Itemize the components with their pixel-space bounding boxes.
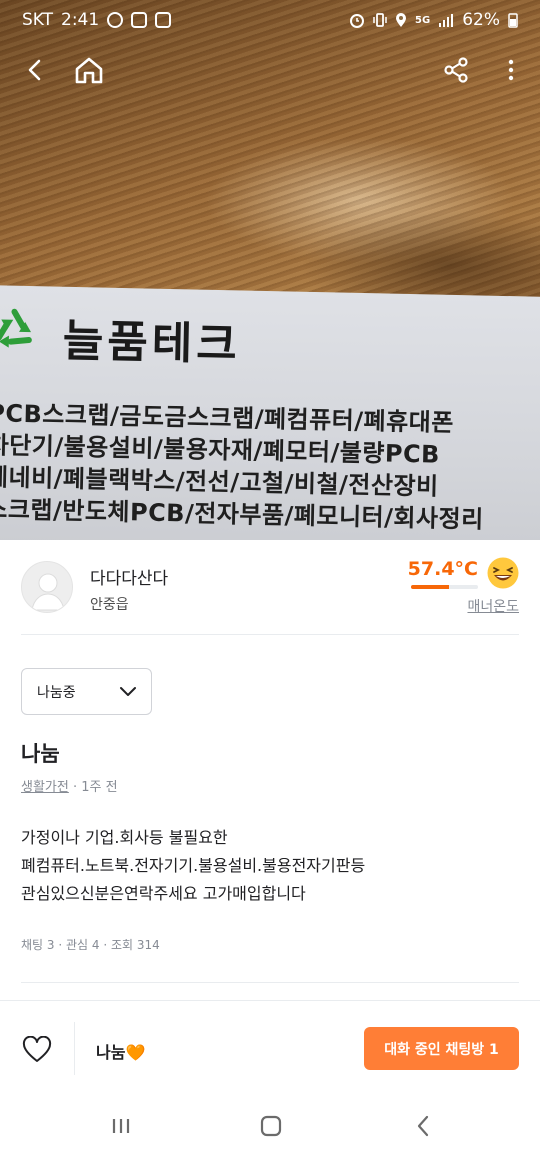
divider bbox=[21, 634, 519, 635]
chat-rooms-button[interactable]: 대화 중인 채팅방 1 bbox=[364, 1027, 519, 1070]
seller-nickname[interactable]: 다다다산다 bbox=[90, 564, 168, 589]
notification-icon bbox=[107, 12, 124, 28]
like-button[interactable] bbox=[18, 1031, 56, 1067]
recycle-logo-icon bbox=[0, 308, 32, 348]
home-square-icon bbox=[260, 1115, 282, 1137]
home-system-button[interactable] bbox=[249, 1110, 293, 1142]
heart-icon bbox=[22, 1035, 52, 1062]
divider bbox=[21, 982, 519, 983]
carrier-label: SKT bbox=[22, 10, 54, 30]
bottom-action-bar: 나눔🧡 대화 중인 채팅방 1 bbox=[0, 1000, 540, 1096]
business-card: 늘품테크 PCB스크랩/금도금스크랩/폐컴퓨터/폐휴대폰 차단기/불용설비/불용… bbox=[0, 285, 540, 540]
location-icon bbox=[396, 13, 407, 27]
more-button[interactable] bbox=[489, 48, 533, 92]
avatar[interactable] bbox=[21, 561, 73, 613]
battery-icon bbox=[508, 13, 518, 28]
battery-percent: 62% bbox=[462, 10, 500, 30]
post-body-line: 관심있으신분은연락주세요 고가매입합니다 bbox=[21, 884, 306, 903]
recent-apps-icon bbox=[112, 1119, 130, 1133]
post-meta: 생활가전 · 1주 전 bbox=[21, 776, 118, 795]
vibrate-icon bbox=[373, 13, 387, 27]
notification-icon bbox=[155, 12, 172, 28]
price-label: 나눔🧡 bbox=[96, 1043, 146, 1062]
status-bar: SKT 2:41 5G 62% bbox=[0, 0, 540, 40]
meta-separator: · bbox=[68, 780, 82, 795]
smiling-face-icon bbox=[487, 557, 519, 589]
home-icon bbox=[75, 57, 103, 84]
temperature-bar bbox=[411, 585, 478, 589]
manner-temperature: 57.4°C bbox=[407, 558, 478, 580]
more-vertical-icon bbox=[508, 59, 514, 81]
signal-icon bbox=[439, 14, 454, 27]
posted-time: 1주 전 bbox=[81, 780, 118, 795]
seller-profile[interactable]: 다다다산다 안중읍 57.4°C 매너온도 bbox=[0, 540, 540, 636]
vertical-divider bbox=[74, 1022, 75, 1075]
back-arrow-icon bbox=[28, 59, 41, 81]
notification-icon bbox=[131, 12, 148, 28]
recent-apps-button[interactable] bbox=[99, 1110, 143, 1142]
post-stats: 채팅 3 · 관심 4 · 조회 314 bbox=[21, 938, 160, 952]
clock: 2:41 bbox=[61, 10, 100, 30]
post-body-line: 폐컴퓨터.노트북.전자기기.불용설비.불용전자기판등 bbox=[21, 856, 366, 875]
share-button[interactable] bbox=[434, 48, 478, 92]
top-navigation bbox=[0, 48, 540, 96]
back-system-button[interactable] bbox=[401, 1110, 445, 1142]
category-link[interactable]: 생활가전 bbox=[21, 780, 69, 795]
seller-location: 안중읍 bbox=[90, 597, 129, 613]
home-button[interactable] bbox=[67, 48, 111, 92]
manner-temperature-label[interactable]: 매너온도 bbox=[467, 596, 519, 616]
trade-status-value: 나눔중 bbox=[37, 684, 76, 701]
trade-status-select[interactable]: 나눔중 bbox=[21, 668, 152, 715]
post-body: 가정이나 기업.회사등 불필요한 폐컴퓨터.노트북.전자기기.불용설비.불용전자… bbox=[21, 824, 365, 908]
brand-name: 늘품테크 bbox=[62, 315, 242, 371]
temperature-bar-fill bbox=[411, 585, 450, 589]
chevron-down-icon bbox=[120, 686, 136, 696]
post-body-line: 가정이나 기업.회사등 불필요한 bbox=[21, 828, 228, 847]
back-button[interactable] bbox=[13, 48, 57, 92]
post-title: 나눔 bbox=[21, 742, 60, 766]
default-avatar-icon bbox=[31, 573, 65, 611]
back-chevron-icon bbox=[417, 1115, 429, 1137]
network-type: 5G bbox=[415, 14, 431, 26]
system-navigation-bar bbox=[0, 1096, 540, 1158]
share-icon bbox=[444, 57, 468, 83]
alarm-icon bbox=[350, 14, 365, 28]
